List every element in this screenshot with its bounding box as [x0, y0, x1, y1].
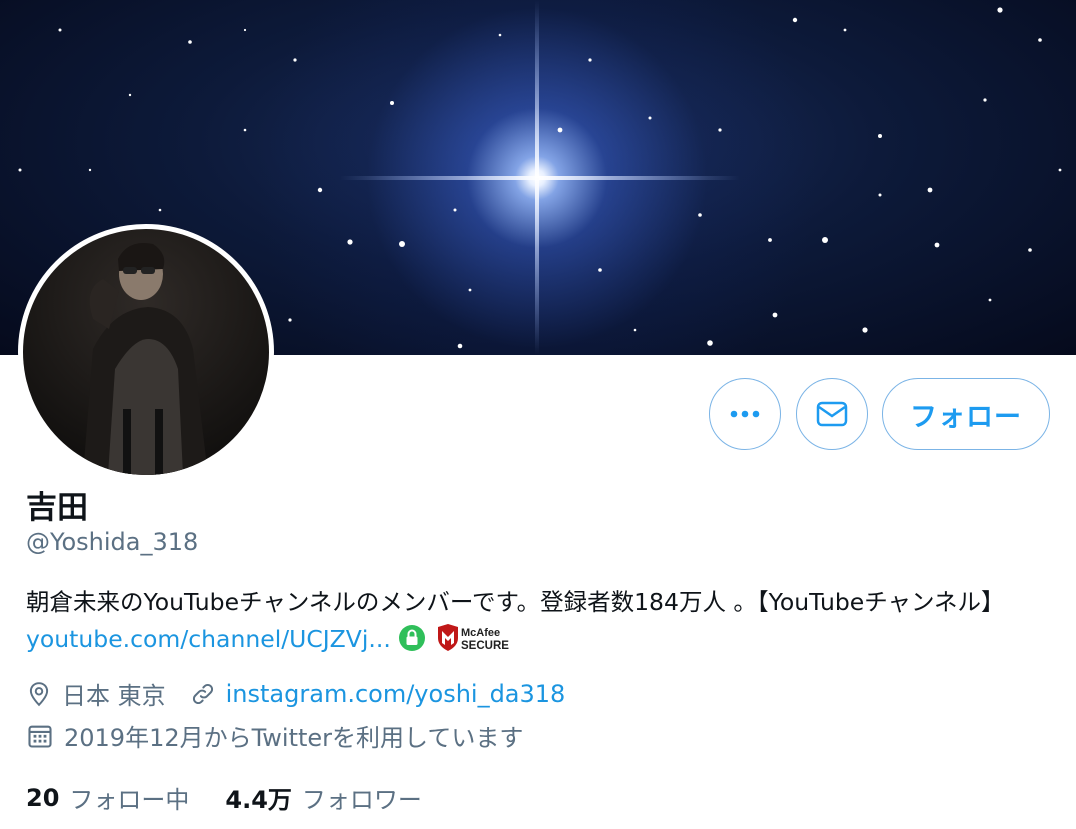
calendar-icon — [26, 722, 54, 750]
followers-label: フォロワー — [301, 786, 422, 814]
mcafee-secure-badge: McAfee SECURE — [436, 624, 520, 663]
display-name: 吉田 — [26, 490, 88, 526]
location-text: 日本 東京 — [62, 682, 166, 710]
bio-text: 朝倉未来のYouTubeチャンネルのメンバーです。登録者数184万人 。【You… — [26, 588, 1005, 616]
badge-text-secure: SECURE — [461, 640, 509, 652]
profile-meta-joined: 2019年12月からTwitterを利用しています — [26, 718, 523, 753]
location-pin-icon — [26, 681, 52, 707]
follow-button[interactable]: フォロー — [882, 378, 1050, 450]
profile-bio: 朝倉未来のYouTubeチャンネルのメンバーです。登録者数184万人 。【You… — [26, 584, 1056, 663]
bio-link[interactable]: youtube.com/channel/UCJZVj... — [26, 625, 391, 653]
following-count: 20 — [26, 783, 60, 812]
profile-meta-location-website: 日本 東京 instagram.com/yoshi_da318 — [26, 676, 565, 711]
more-options-button[interactable] — [709, 378, 781, 450]
more-dots-icon — [730, 410, 760, 418]
user-handle: @Yoshida_318 — [26, 528, 199, 556]
message-button[interactable] — [796, 378, 868, 450]
website-link[interactable]: instagram.com/yoshi_da318 — [226, 680, 566, 708]
followers-count: 4.4万 — [225, 786, 292, 814]
follow-button-label: フォロー — [910, 401, 1022, 433]
envelope-icon — [816, 401, 848, 427]
profile-avatar[interactable] — [18, 224, 274, 480]
joined-text: 2019年12月からTwitterを利用しています — [64, 724, 524, 752]
link-icon — [190, 681, 216, 707]
badge-text-mcafee: McAfee — [461, 627, 500, 639]
following-stat[interactable]: 20 フォロー中 — [26, 780, 189, 815]
follow-stats: 20 フォロー中 4.4万 フォロワー — [26, 780, 422, 815]
followers-stat[interactable]: 4.4万 フォロワー — [225, 780, 422, 815]
lock-icon — [399, 625, 426, 651]
following-label: フォロー中 — [69, 786, 190, 814]
secure-lock-badge — [398, 624, 426, 663]
mcafee-shield-icon: McAfee SECURE — [437, 624, 509, 652]
